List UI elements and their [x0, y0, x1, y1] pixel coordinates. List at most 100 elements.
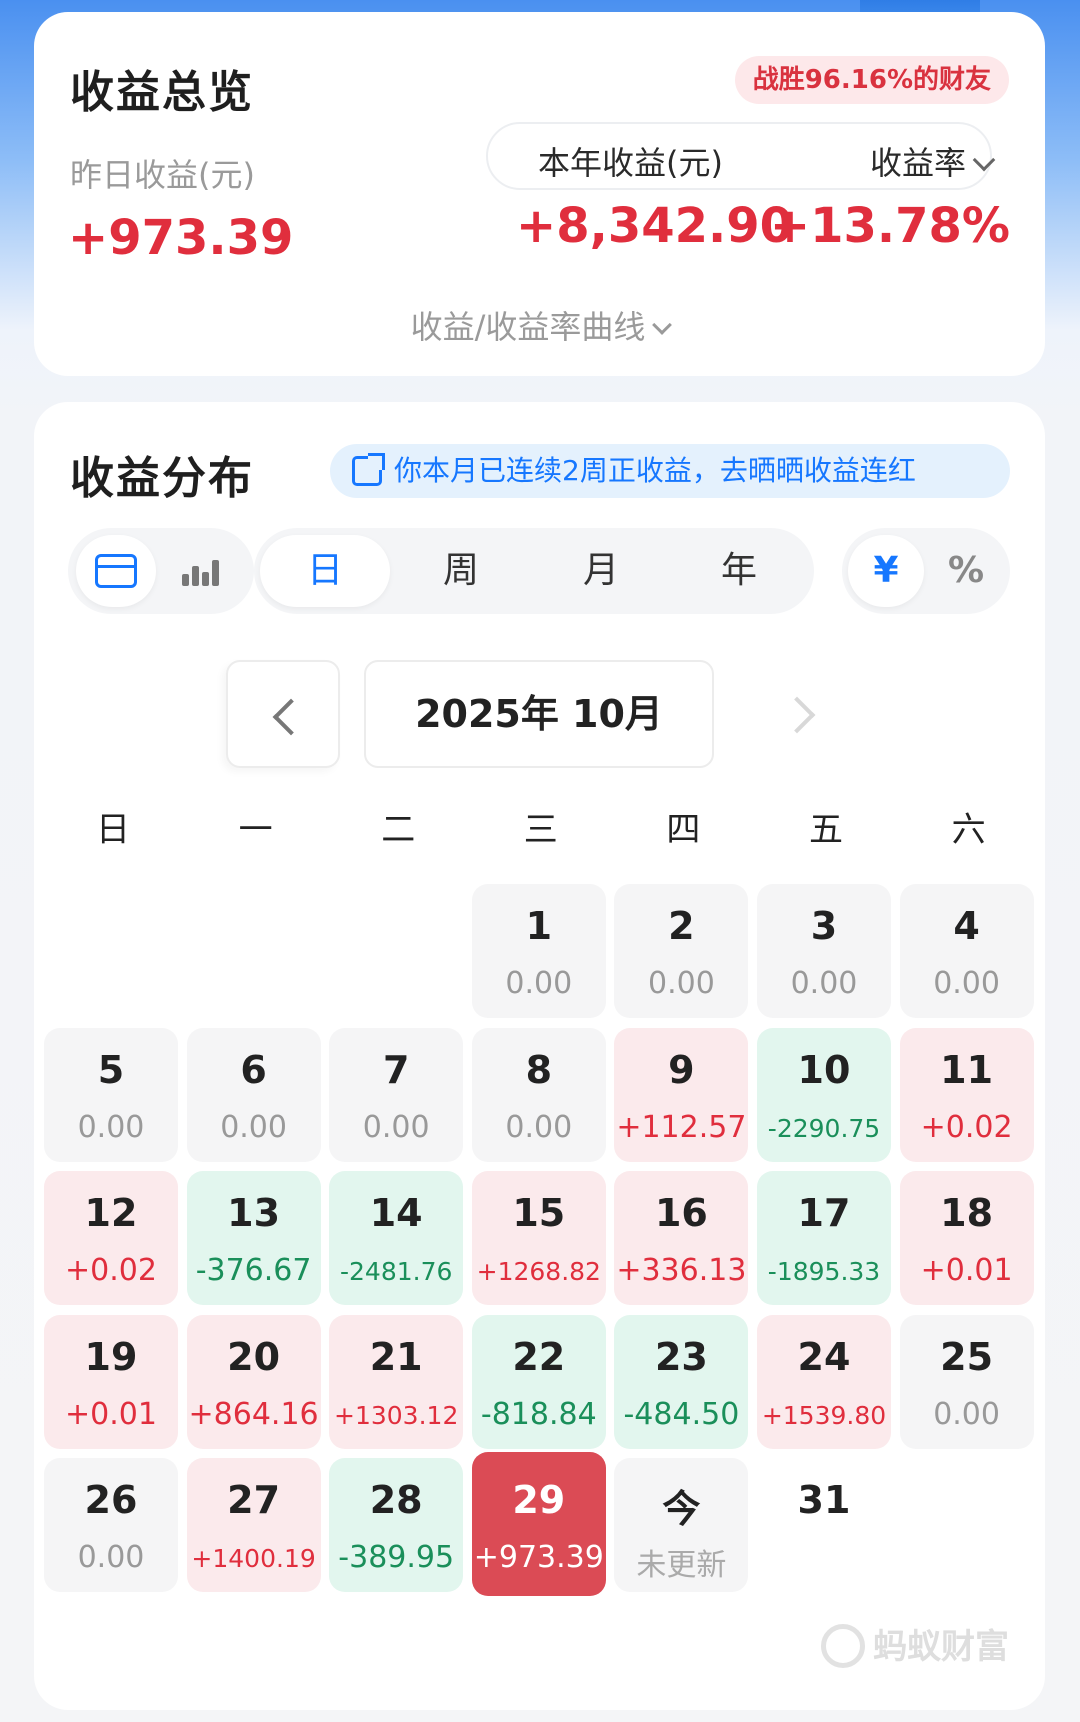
- calendar-day[interactable]: 2 0.00: [614, 884, 749, 1018]
- calendar-day[interactable]: 18 +0.01: [899, 1171, 1034, 1305]
- rank-badge[interactable]: 战胜96.16%的财友: [734, 56, 1009, 104]
- calendar-day-today[interactable]: 今未更新: [614, 1458, 749, 1592]
- next-month-button[interactable]: [746, 660, 860, 768]
- calendar-view-button[interactable]: [76, 535, 156, 607]
- brand-watermark: 蚂蚁财富: [821, 1619, 1009, 1671]
- tab-week[interactable]: 周: [396, 535, 526, 607]
- yesterday-income-label: 昨日收益(元): [70, 156, 255, 194]
- calendar-day[interactable]: 5 0.00: [44, 1027, 178, 1162]
- calendar-day[interactable]: 23 -484.50: [614, 1314, 749, 1449]
- calendar-day[interactable]: 15 +1268.82: [471, 1171, 606, 1305]
- curve-toggle-label: 收益/收益率曲线: [410, 308, 646, 346]
- day-number: 5: [97, 1047, 125, 1092]
- day-number: 31: [797, 1478, 851, 1522]
- weekday-label: 五: [809, 810, 843, 850]
- day-income: +1268.82: [476, 1257, 601, 1286]
- day-income: 0.00: [505, 966, 573, 1001]
- day-number: 6: [240, 1047, 267, 1092]
- yesterday-income-value: +973.39: [68, 210, 294, 266]
- day-number: 21: [369, 1334, 423, 1379]
- calendar-day[interactable]: 28 -389.95: [329, 1458, 464, 1592]
- calendar-day[interactable]: 31: [757, 1458, 891, 1592]
- day-income: +1400.19: [191, 1544, 316, 1573]
- day-number: 24: [797, 1334, 851, 1379]
- calendar-day[interactable]: 10 -2290.75: [757, 1027, 891, 1162]
- view-toggle: [68, 528, 254, 614]
- bar-chart-icon: [180, 556, 220, 586]
- calendar-day[interactable]: 29 +973.39: [471, 1452, 606, 1596]
- calendar-day[interactable]: 4 0.00: [899, 884, 1034, 1018]
- day-income: -484.50: [623, 1396, 740, 1432]
- calendar-day[interactable]: 12 +0.02: [44, 1171, 178, 1305]
- rate-label: 收益率: [870, 144, 967, 182]
- day-income: 0.00: [790, 966, 858, 1001]
- prev-month-button[interactable]: [226, 660, 340, 768]
- calendar-day[interactable]: 22 -818.84: [471, 1314, 606, 1449]
- streak-share-banner[interactable]: 你本月已连续2周正收益，去晒晒收益连红: [330, 444, 1010, 498]
- day-income: +1303.12: [334, 1400, 459, 1430]
- calendar-day[interactable]: 6 0.00: [186, 1027, 321, 1162]
- chart-view-button[interactable]: [160, 535, 240, 607]
- calendar-day[interactable]: 26 0.00: [44, 1458, 178, 1592]
- calendar-day[interactable]: 20 +864.16: [186, 1314, 321, 1449]
- calendar-day[interactable]: 14 -2481.76: [329, 1171, 464, 1305]
- month-label[interactable]: 2025年 10月: [364, 660, 714, 768]
- calendar-day[interactable]: 3 0.00: [757, 884, 891, 1018]
- calendar-day[interactable]: 9 +112.57: [614, 1027, 749, 1162]
- calendar-day[interactable]: 21 +1303.12: [329, 1314, 464, 1449]
- chevron-down-icon: [972, 148, 996, 172]
- day-number: 17: [797, 1191, 851, 1235]
- distribution-card: 收益分布 你本月已连续2周正收益，去晒晒收益连红 日 周 月 年 ¥ % 202…: [34, 402, 1045, 1710]
- day-income: +0.02: [65, 1253, 157, 1288]
- day-income: +1539.80: [761, 1400, 887, 1430]
- day-number: 29: [512, 1478, 566, 1522]
- weekday-label: 三: [523, 810, 558, 850]
- tab-day[interactable]: 日: [260, 535, 390, 607]
- calendar-day[interactable]: 7 0.00: [329, 1027, 464, 1162]
- calendar-day[interactable]: 13 -376.67: [186, 1171, 321, 1305]
- day-income: -818.84: [480, 1396, 597, 1432]
- calendar-day[interactable]: 16 +336.13: [614, 1171, 749, 1305]
- calendar-icon: [95, 554, 137, 588]
- weekday-label: 六: [951, 810, 986, 850]
- calendar-day[interactable]: 17 -1895.33: [757, 1171, 891, 1305]
- day-number: 8: [525, 1047, 553, 1092]
- day-number: 9: [668, 1047, 695, 1092]
- unit-toggle: ¥ %: [842, 528, 1010, 614]
- day-income: 0.00: [220, 1109, 287, 1145]
- day-income: -376.67: [195, 1253, 312, 1288]
- day-income: 0.00: [505, 1109, 573, 1145]
- day-number: 28: [369, 1478, 423, 1522]
- year-income-value: +8,342.90: [516, 198, 794, 254]
- day-number: 26: [84, 1478, 138, 1522]
- calendar-day[interactable]: 19 +0.01: [44, 1314, 178, 1449]
- unit-percent-button[interactable]: %: [928, 535, 1004, 607]
- calendar-day[interactable]: 27 +1400.19: [186, 1458, 321, 1592]
- unit-yuan-button[interactable]: ¥: [848, 535, 924, 607]
- day-income: +864.16: [188, 1396, 319, 1432]
- rate-dropdown[interactable]: 收益率: [870, 138, 996, 184]
- calendar-day[interactable]: 11 +0.02: [899, 1027, 1034, 1162]
- day-number: 22: [512, 1334, 566, 1379]
- calendar-day[interactable]: 8 0.00: [471, 1027, 606, 1162]
- day-number: 15: [512, 1191, 566, 1235]
- tab-month[interactable]: 月: [536, 535, 666, 607]
- day-income: +336.13: [616, 1253, 747, 1288]
- calendar-day[interactable]: 25 0.00: [899, 1314, 1034, 1449]
- weekday-label: 二: [381, 810, 416, 850]
- day-number: 3: [810, 904, 838, 948]
- day-number: 1: [525, 904, 553, 948]
- brand-name: 蚂蚁财富: [873, 1626, 1009, 1667]
- tab-year[interactable]: 年: [674, 535, 804, 607]
- day-income: -1895.33: [767, 1257, 881, 1286]
- chevron-down-icon: [652, 315, 673, 335]
- calendar-day[interactable]: 24 +1539.80: [757, 1314, 891, 1449]
- day-number: 14: [369, 1191, 423, 1235]
- day-number: 25: [940, 1334, 994, 1379]
- day-income: +0.01: [65, 1396, 157, 1432]
- weekday-label: 日: [96, 810, 130, 850]
- calendar-day[interactable]: 1 0.00: [471, 884, 606, 1018]
- day-income: -389.95: [338, 1540, 455, 1575]
- curve-toggle[interactable]: 收益/收益率曲线: [0, 302, 1080, 348]
- day-income: 0.00: [77, 1109, 145, 1145]
